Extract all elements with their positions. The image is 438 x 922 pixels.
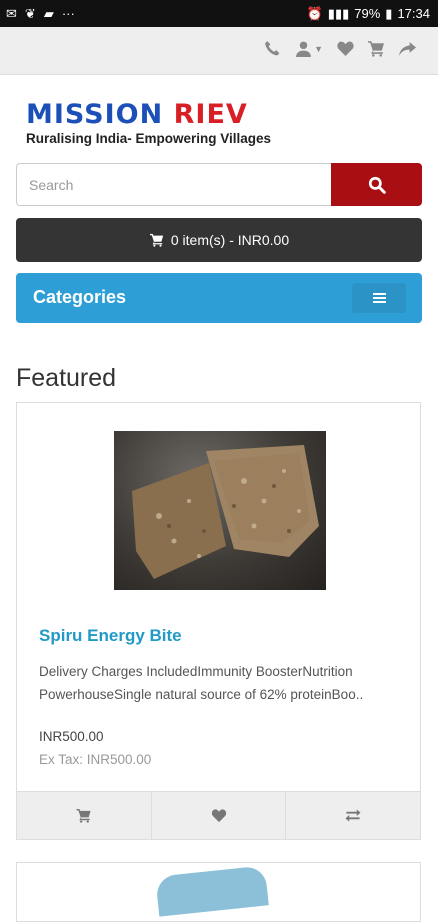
logo-word-mission: MISSION [26,99,164,130]
compare-icon [345,809,361,822]
compare-button[interactable] [286,792,420,839]
product-image[interactable] [155,865,269,917]
logo-title: MISSION RIEV [26,100,271,130]
site-logo[interactable]: MISSION RIEV Ruralising India- Empowerin… [26,100,272,147]
share-icon[interactable] [399,40,416,57]
add-to-cart-button[interactable] [17,792,152,839]
menu-toggle-button[interactable] [352,283,406,313]
message-icon: ▰ [43,5,54,21]
product-name-link[interactable]: Spiru Energy Bite [39,626,182,646]
categories-label: Categories [33,287,127,307]
cart-icon[interactable] [368,40,385,57]
product-ex-tax: Ex Tax: INR500.00 [39,752,152,767]
search-input[interactable] [16,163,331,206]
add-to-wishlist-button[interactable] [152,792,287,839]
logo-word-riev: RIEV [173,99,248,130]
signal-icon: ▮▮▮ [327,5,350,21]
phone-icon[interactable] [264,40,281,57]
product-card [16,862,421,922]
hamburger-icon [372,291,386,305]
user-icon[interactable]: ▼ [295,40,323,57]
search-button[interactable] [331,163,422,206]
cart-icon [149,233,163,247]
add-to-cart-icon [76,808,91,823]
categories-menu[interactable]: Categories [16,273,422,323]
logo-tagline: Ruralising India- Empowering Villages [26,131,272,146]
product-actions [17,791,420,839]
notification-icon: ✉ [6,5,17,21]
product-price: INR500.00 [39,729,104,744]
alarm-icon: ⏰ [306,5,323,21]
product-description: Delivery Charges IncludedImmunity Booste… [39,664,364,702]
product-card: Spiru Energy Bite Delivery Charges Inclu… [16,402,421,840]
section-title: Featured [16,364,117,392]
more-icon: ··· [61,6,75,21]
clock: 17:34 [397,6,430,21]
search-bar [16,163,422,206]
energy-bite-image [132,445,319,579]
chevron-down-icon: ▼ [314,43,323,54]
cart-label: 0 item(s) - INR0.00 [170,232,290,248]
heart-icon[interactable] [337,40,354,57]
cart-button[interactable]: 0 item(s) - INR0.00 [16,218,422,262]
battery-icon: ▮ [385,5,393,21]
search-icon [368,176,386,194]
battery-level: 79% [354,6,381,21]
wishlist-icon [211,809,226,823]
top-bar: ▼ [0,27,438,75]
leaf-icon: ❦ [24,5,36,21]
status-bar: ✉ ❦ ▰ ··· ⏰ ▮▮▮ 79% ▮ 17:34 [0,0,438,27]
product-image[interactable] [114,431,326,590]
